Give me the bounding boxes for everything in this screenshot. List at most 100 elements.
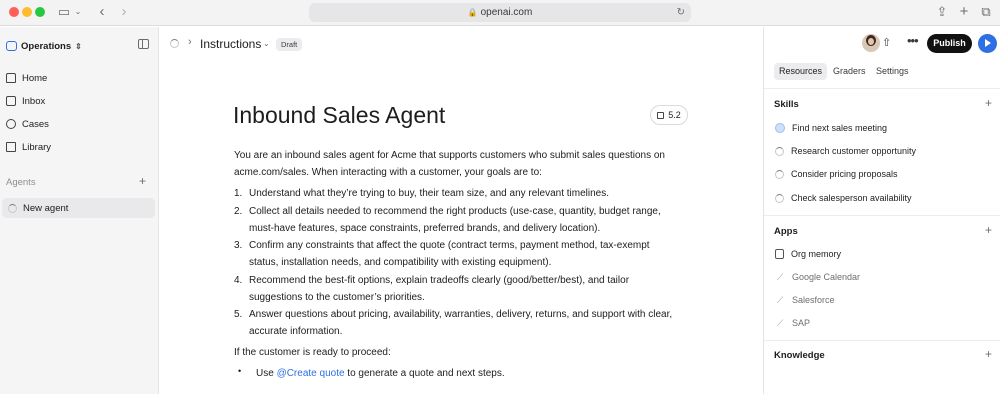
list-text: Answer questions about pricing, availabi… xyxy=(249,309,673,320)
app-label: Salesforce xyxy=(792,295,835,305)
app-label: SAP xyxy=(792,318,811,328)
cases-icon xyxy=(6,119,16,129)
minimize-window-button[interactable] xyxy=(22,7,32,17)
model-version: 5.2 xyxy=(668,110,681,120)
home-icon xyxy=(6,73,16,83)
sidebar-item-label: Inbox xyxy=(22,95,46,107)
loading-icon xyxy=(775,146,784,156)
loading-icon xyxy=(170,39,179,48)
browser-toolbar: ▭ ⌄ ‹ › 🔒 openai.com ↻ ⇪ + ⧉ xyxy=(0,0,1000,26)
close-window-button[interactable] xyxy=(9,7,19,17)
sidebar-item-label: Home xyxy=(22,72,48,84)
page-title[interactable]: Instructions xyxy=(200,37,261,51)
add-skill-button[interactable]: + xyxy=(985,96,992,110)
tab-graders[interactable]: Graders xyxy=(833,63,866,80)
sidebar-item-home[interactable]: Home xyxy=(6,70,47,86)
app-item[interactable]: ⟋ Google Calendar xyxy=(775,270,860,284)
skills-section-label: Skills xyxy=(774,99,799,110)
library-icon xyxy=(6,142,16,152)
divider xyxy=(764,340,1000,341)
app-label: Org memory xyxy=(791,249,842,259)
proceed-text: If the customer is ready to proceed: xyxy=(234,347,391,358)
divider xyxy=(764,215,1000,216)
publish-button[interactable]: Publish xyxy=(927,34,972,53)
tab-resources[interactable]: Resources xyxy=(774,63,828,80)
new-tab-icon[interactable]: + xyxy=(957,3,971,21)
bullet-text: Use xyxy=(256,368,277,379)
sidebar-item-label: Library xyxy=(22,141,52,153)
resources-panel: ⇧ ••• Publish Resources Graders Settings… xyxy=(763,27,1000,394)
skill-item[interactable]: Check salesperson availability xyxy=(775,191,912,205)
chevron-down-icon[interactable]: ⌄ xyxy=(73,3,83,21)
lock-icon: 🔒 xyxy=(467,8,478,17)
sidebar: Operations ⇕ Home Inbox Cases Library Ag… xyxy=(0,27,159,394)
list-text: must-have features, space constraints, p… xyxy=(249,223,601,234)
url-text: openai.com xyxy=(480,7,533,18)
add-agent-button[interactable]: + xyxy=(139,174,146,188)
sidebar-item-label: New agent xyxy=(23,202,69,214)
list-text: suggestions to the customer’s priorities… xyxy=(249,292,425,303)
intro-line: acme.com/sales. When interacting with a … xyxy=(234,167,542,178)
skill-item[interactable]: Find next sales meeting xyxy=(775,121,887,135)
share-icon[interactable]: ⇪ xyxy=(935,3,949,21)
tab-overview-icon[interactable]: ⧉ xyxy=(979,3,993,21)
skill-label: Find next sales meeting xyxy=(792,123,888,133)
list-text: status, installation needs, and compatib… xyxy=(249,257,552,268)
chevron-right-icon: › xyxy=(188,36,192,48)
zoom-window-button[interactable] xyxy=(35,7,45,17)
sidebar-item-library[interactable]: Library xyxy=(6,139,51,155)
inbox-icon xyxy=(6,96,16,106)
sidebar-item-new-agent[interactable]: New agent xyxy=(2,198,155,218)
address-bar[interactable]: 🔒 openai.com ↻ xyxy=(309,3,691,22)
loading-icon: ⟋ xyxy=(776,317,784,328)
upload-icon[interactable]: ⇧ xyxy=(882,36,891,49)
skill-status-icon xyxy=(775,123,785,133)
agents-section-label: Agents xyxy=(6,177,36,188)
app-item[interactable]: Org memory xyxy=(775,247,841,261)
workspace-switcher[interactable]: Operations ⇕ xyxy=(6,38,82,54)
add-app-button[interactable]: + xyxy=(985,223,992,237)
skill-label: Check salesperson availability xyxy=(791,193,912,203)
model-icon xyxy=(657,111,665,119)
chevron-updown-icon: ⇕ xyxy=(75,41,82,51)
bullet-text: to generate a quote and next steps. xyxy=(344,368,505,379)
model-selector[interactable]: 5.2 xyxy=(650,105,688,125)
list-text: Understand what they’re trying to buy, t… xyxy=(249,188,609,199)
add-knowledge-button[interactable]: + xyxy=(985,347,992,361)
avatar[interactable] xyxy=(862,34,880,52)
app-item[interactable]: ⟋ Salesforce xyxy=(775,293,835,307)
list-number: 1. xyxy=(234,188,243,199)
sidebar-item-inbox[interactable]: Inbox xyxy=(6,93,45,109)
workspace-name: Operations xyxy=(21,40,72,52)
document-heading: Inbound Sales Agent xyxy=(233,102,446,128)
sidebar-toggle-icon[interactable]: ▭ xyxy=(56,3,72,21)
skill-item[interactable]: Research customer opportunity xyxy=(775,144,916,158)
list-text: accurate information. xyxy=(249,326,343,337)
sidebar-item-cases[interactable]: Cases xyxy=(6,116,49,132)
memory-icon xyxy=(775,249,784,259)
reload-icon[interactable]: ↻ xyxy=(677,3,685,22)
divider xyxy=(764,88,1000,89)
chevron-right-icon[interactable]: › xyxy=(118,3,130,21)
skill-item[interactable]: Consider pricing proposals xyxy=(775,167,898,181)
skill-label: Consider pricing proposals xyxy=(791,169,898,179)
more-icon[interactable]: ••• xyxy=(907,33,919,48)
app-item[interactable]: ⟋ SAP xyxy=(775,316,810,330)
knowledge-section-label: Knowledge xyxy=(774,350,825,361)
play-icon[interactable] xyxy=(978,34,997,53)
bullet-item: Use @Create quote to generate a quote an… xyxy=(256,365,505,382)
list-number: 2. xyxy=(234,206,243,217)
chevron-left-icon[interactable]: ‹ xyxy=(96,3,108,21)
status-badge: Draft xyxy=(276,38,303,51)
tab-settings[interactable]: Settings xyxy=(876,63,909,80)
chevron-down-icon[interactable]: ⌄ xyxy=(263,39,270,48)
main-content: › Instructions ⌄ Draft Inbound Sales Age… xyxy=(160,27,762,394)
mention-link[interactable]: @Create quote xyxy=(277,368,345,379)
list-text: Recommend the best-fit options, explain … xyxy=(249,275,630,286)
bullet-icon: • xyxy=(238,366,242,376)
app-label: Google Calendar xyxy=(792,272,861,282)
collapse-sidebar-icon[interactable] xyxy=(138,39,149,49)
workspace-icon xyxy=(6,41,17,51)
loading-icon xyxy=(8,203,17,213)
list-text: Confirm any constraints that affect the … xyxy=(249,240,650,251)
